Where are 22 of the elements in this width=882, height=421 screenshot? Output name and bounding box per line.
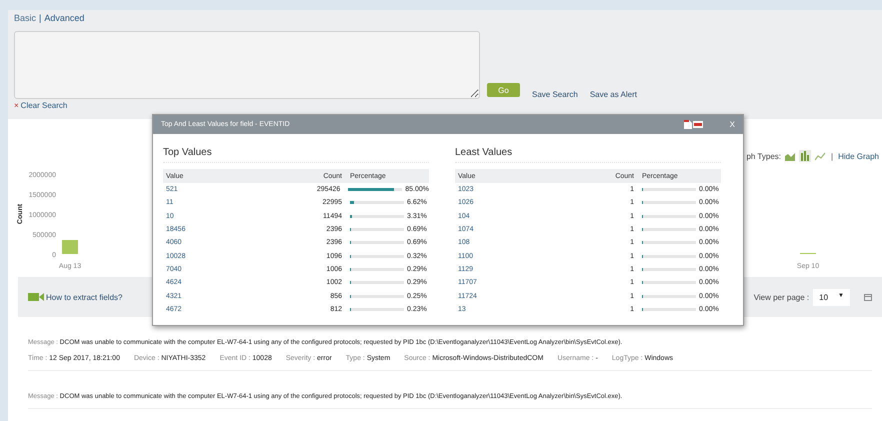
search-mode-tab[interactable]: Advanced [44, 13, 84, 23]
section-title: Least Values [455, 147, 721, 163]
search-link[interactable]: Save Search [532, 90, 578, 99]
chart-bar [62, 240, 78, 254]
csv-icon[interactable] [692, 121, 703, 128]
how-to-extract-link[interactable]: How to extract fields? [28, 292, 122, 302]
columns-icon[interactable] [864, 294, 872, 300]
clear-search-link[interactable]: × Clear Search [14, 101, 876, 110]
view-per-page-label: View per page : [754, 292, 810, 302]
hide-graph-link[interactable]: Hide Graph [838, 152, 879, 160]
search-link[interactable]: Save as Alert [590, 90, 637, 99]
line-chart-icon[interactable] [814, 150, 826, 162]
separator-text: | [831, 152, 834, 160]
pdf-icon[interactable] [684, 120, 692, 129]
search-mode-tab[interactable]: Basic [14, 13, 36, 23]
separator-text: | [39, 13, 42, 23]
query-field[interactable] [14, 31, 480, 99]
section-title: Top Values [163, 147, 429, 163]
percentage-bar [348, 188, 402, 192]
video-icon [28, 293, 44, 301]
graph-types-label: ph Types: [746, 152, 781, 160]
bar-chart-icon[interactable] [799, 150, 811, 162]
